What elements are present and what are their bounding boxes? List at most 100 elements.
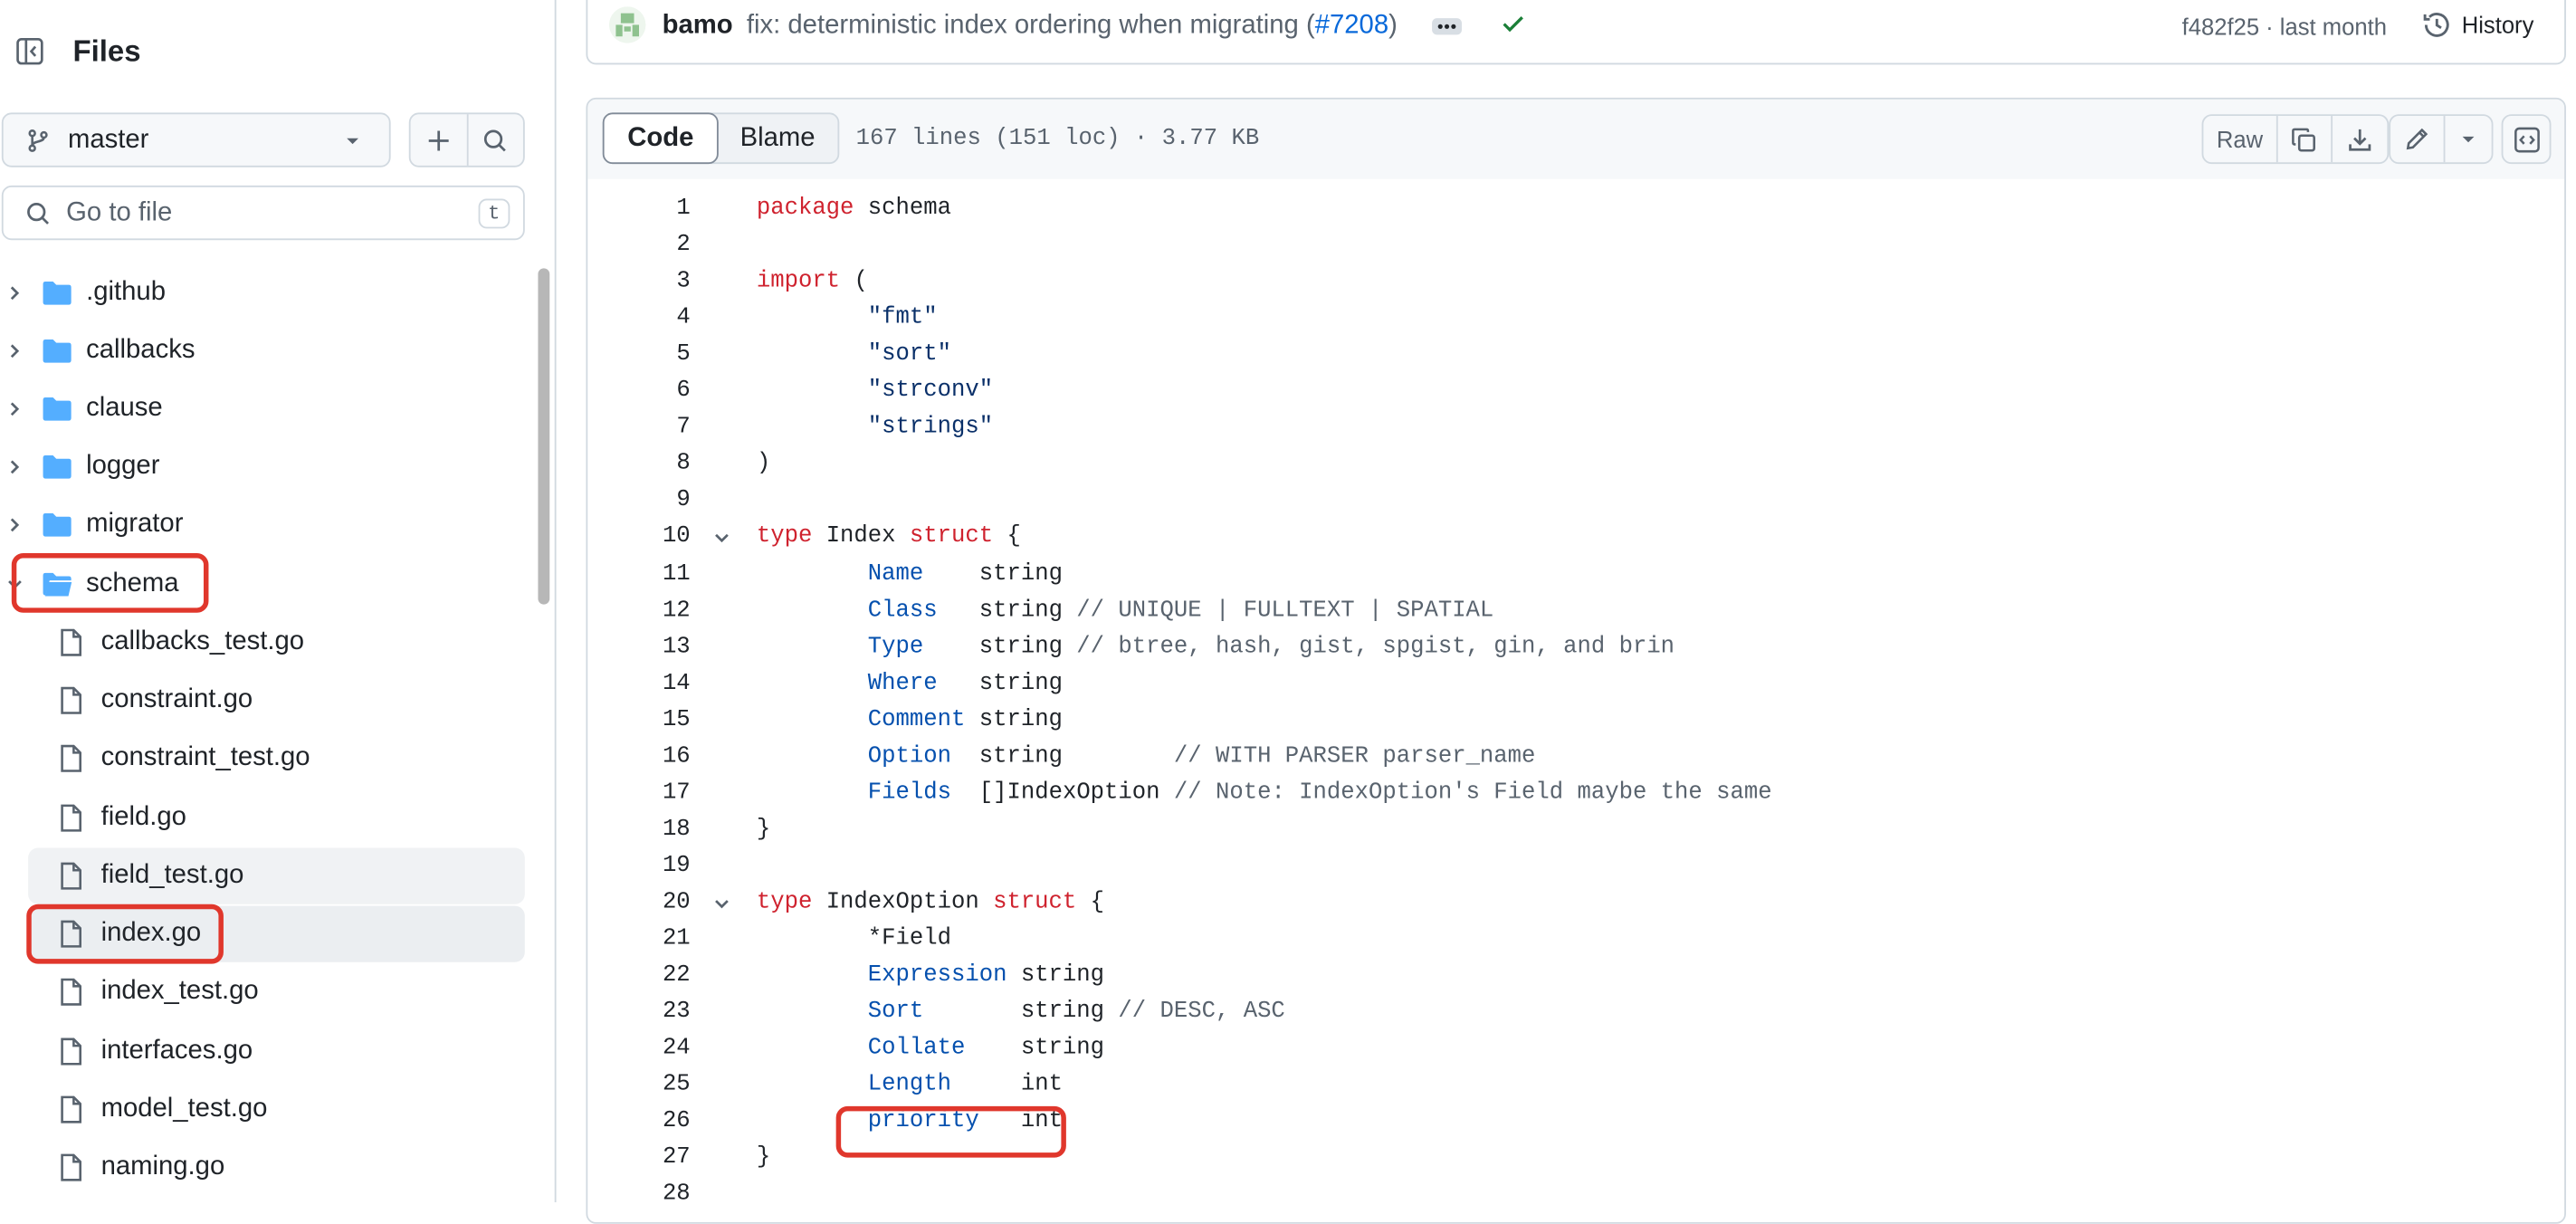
line-number[interactable]: 19: [587, 853, 691, 879]
line-number[interactable]: 10: [587, 524, 691, 550]
shortcut-key: t: [478, 197, 510, 228]
tree-file[interactable]: model_test.go: [28, 1081, 525, 1137]
chevron-down-icon[interactable]: [711, 529, 731, 549]
collapse-sidebar-button[interactable]: [5, 26, 54, 76]
line-number[interactable]: 28: [587, 1181, 691, 1208]
line-number[interactable]: 25: [587, 1072, 691, 1098]
folder-name: callbacks: [86, 336, 196, 365]
code-line: Length int: [867, 1071, 1063, 1099]
line-number[interactable]: 16: [587, 743, 691, 770]
line-number[interactable]: 14: [587, 670, 691, 696]
line-number[interactable]: 24: [587, 1036, 691, 1062]
triangle-down-icon: [2462, 136, 2475, 143]
folder-name: logger: [86, 452, 160, 481]
code-line: Collate string: [867, 1035, 1105, 1062]
line-number[interactable]: 5: [587, 341, 690, 368]
edit-file-button[interactable]: [2390, 116, 2443, 162]
sidebar-scrollbar[interactable]: [538, 268, 550, 605]
line-number[interactable]: 26: [587, 1108, 691, 1134]
commit-message[interactable]: fix: deterministic index ordering when m…: [747, 12, 1398, 42]
tree-file[interactable]: field.go: [28, 790, 525, 846]
check-icon[interactable]: [1500, 10, 1526, 36]
highlight-box-index-go: [26, 904, 224, 964]
highlight-box-priority-field: [835, 1105, 1066, 1158]
folder-icon: [43, 281, 72, 305]
tree-folder-logger[interactable]: logger: [0, 439, 525, 495]
file-icon: [61, 1153, 81, 1181]
code-body[interactable]: 1 package schema 2 3 import (4 "fmt" 5 "sort"…: [587, 178, 2565, 1222]
line-number[interactable]: 7: [587, 415, 690, 441]
tree-file[interactable]: index_test.go: [28, 964, 525, 1020]
branch-name: master: [67, 125, 149, 154]
tab-blame[interactable]: Blame: [717, 114, 838, 162]
line-number[interactable]: 8: [587, 451, 690, 477]
tree-file[interactable]: constraint.go: [28, 673, 525, 729]
code-line: Class string // UNIQUE | FULLTEXT | SPAT…: [867, 597, 1494, 624]
line-number[interactable]: 9: [587, 487, 690, 513]
line-number[interactable]: 21: [587, 926, 691, 952]
commit-sha-time[interactable]: f482f25 · last month: [2182, 14, 2387, 40]
search-code-button[interactable]: [465, 114, 523, 166]
file-name: naming.go: [100, 1152, 225, 1181]
code-line: }: [756, 1144, 771, 1171]
tree-file[interactable]: field_test.go: [28, 847, 525, 904]
line-number[interactable]: 2: [587, 232, 690, 258]
tree-file[interactable]: naming.go: [28, 1139, 525, 1195]
line-number[interactable]: 11: [587, 560, 691, 587]
sidebar-collapse-icon: [16, 37, 43, 65]
file-name: field.go: [100, 803, 186, 832]
line-number[interactable]: 23: [587, 999, 691, 1025]
sidebar-title: Files: [72, 34, 141, 68]
line-number[interactable]: 1: [587, 196, 690, 222]
file-name: field_test.go: [100, 861, 244, 890]
tree-folder-migrator[interactable]: migrator: [0, 497, 525, 553]
line-number[interactable]: 18: [587, 817, 691, 843]
line-number[interactable]: 27: [587, 1145, 691, 1171]
code-line: Comment string: [867, 706, 1063, 733]
line-number[interactable]: 6: [587, 378, 690, 405]
tab-code[interactable]: Code: [602, 112, 719, 165]
download-icon: [2349, 128, 2371, 150]
code-line: Option string // WITH PARSER parser_name: [867, 742, 1536, 770]
add-file-button[interactable]: [411, 114, 466, 166]
line-number[interactable]: 4: [587, 305, 690, 331]
code-line: "strconv": [867, 378, 994, 405]
file-icon: [61, 804, 81, 832]
tree-folder-callbacks[interactable]: callbacks: [0, 323, 525, 379]
line-number[interactable]: 3: [587, 269, 690, 295]
tree-file[interactable]: constraint_test.go: [28, 731, 525, 787]
code-line: Expression string: [867, 961, 1105, 990]
symbols-panel-button[interactable]: [2503, 116, 2549, 162]
code-line: }: [756, 816, 771, 843]
tree-folder-github[interactable]: .github: [0, 265, 525, 321]
go-to-file-input[interactable]: Go to file t: [1, 185, 525, 241]
tree-folder-clause[interactable]: clause: [0, 381, 525, 437]
code-line: "fmt": [867, 304, 938, 332]
branch-selector[interactable]: master: [1, 112, 391, 167]
commit-author[interactable]: bamo: [663, 12, 733, 42]
file-tree-sidebar: Files master Go to file t .github callba…: [0, 0, 557, 1202]
line-number[interactable]: 12: [587, 598, 691, 624]
tree-file[interactable]: interfaces.go: [28, 1023, 525, 1079]
expand-commit-message-button[interactable]: [1432, 18, 1463, 35]
chevron-down-icon[interactable]: [711, 894, 731, 914]
avatar[interactable]: [609, 6, 646, 43]
raw-button[interactable]: Raw: [2203, 116, 2275, 162]
line-number[interactable]: 13: [587, 634, 691, 660]
ellipsis-icon: [1437, 24, 1456, 29]
copy-raw-button[interactable]: [2275, 116, 2332, 163]
folder-name: migrator: [86, 510, 184, 539]
history-button[interactable]: History: [2422, 10, 2533, 40]
code-line: Sort string // DESC, ASC: [867, 999, 1285, 1026]
search-icon: [27, 202, 50, 224]
line-number[interactable]: 15: [587, 706, 691, 732]
chevron-right-icon: [10, 518, 20, 532]
edit-options-button[interactable]: [2443, 116, 2491, 163]
pull-request-link[interactable]: #7208: [1315, 12, 1388, 40]
download-button[interactable]: [2331, 116, 2387, 163]
tree-file[interactable]: callbacks_test.go: [28, 615, 525, 671]
code-line: import (: [756, 268, 868, 295]
line-number[interactable]: 20: [587, 889, 691, 915]
line-number[interactable]: 17: [587, 779, 691, 806]
line-number[interactable]: 22: [587, 962, 691, 989]
